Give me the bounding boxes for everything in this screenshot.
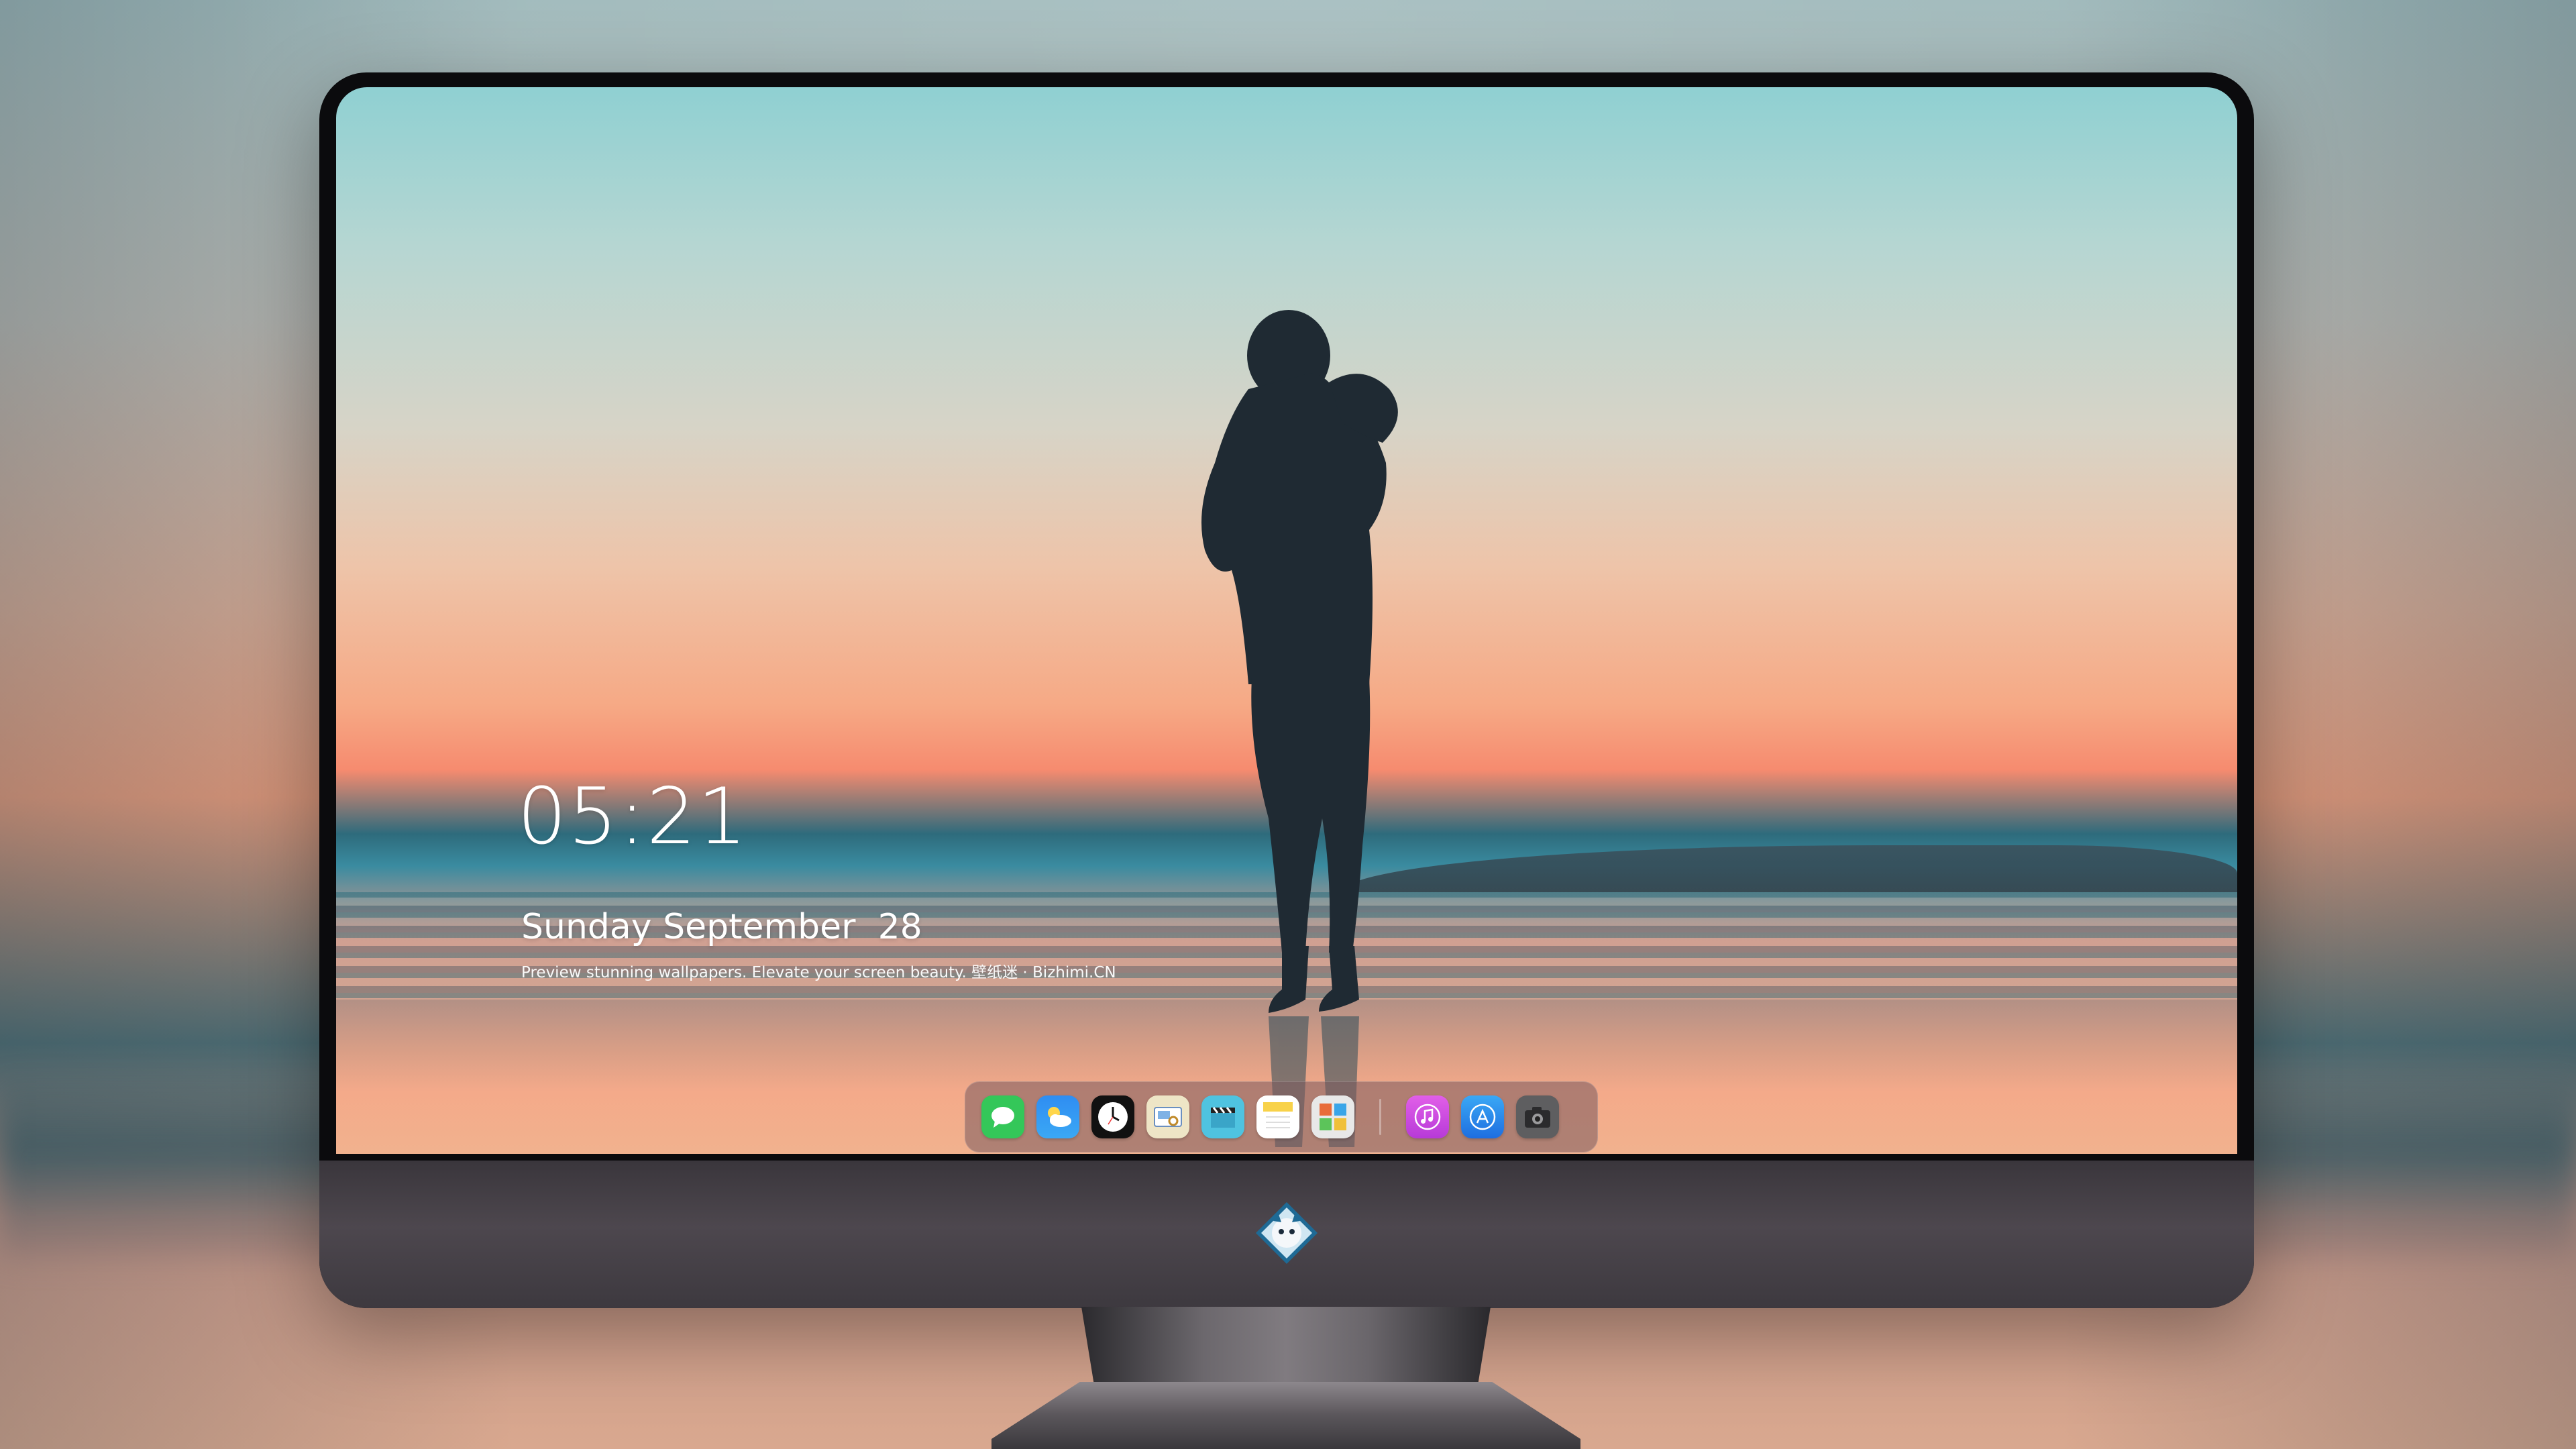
dock <box>965 1081 1598 1152</box>
preview-icon[interactable] <box>1146 1095 1189 1138</box>
camera-icon[interactable] <box>1516 1095 1559 1138</box>
brand-logo-icon <box>1256 1202 1318 1264</box>
monitor-screen: 05:21 Sunday September 28 Preview stunni… <box>336 87 2237 1154</box>
lockscreen-date: Sunday September 28 <box>521 907 922 947</box>
lockscreen-tagline: Preview stunning wallpapers. Elevate you… <box>521 964 1116 981</box>
photo-booth-icon[interactable] <box>1311 1095 1354 1138</box>
clapperboard-icon[interactable] <box>1201 1095 1244 1138</box>
weather-icon[interactable] <box>1036 1095 1079 1138</box>
monitor-stand-base <box>991 1382 1580 1449</box>
wallpaper-hills <box>1342 845 2237 892</box>
music-icon[interactable] <box>1406 1095 1449 1138</box>
messages-icon[interactable] <box>981 1095 1024 1138</box>
wallpaper-silhouette <box>1201 310 1398 1147</box>
dock-separator <box>1379 1099 1381 1135</box>
notes-icon[interactable] <box>1256 1095 1299 1138</box>
app-store-icon[interactable] <box>1461 1095 1504 1138</box>
desktop-background: 05:21 Sunday September 28 Preview stunni… <box>0 0 2576 1449</box>
lockscreen-time: 05:21 <box>517 771 749 862</box>
clock-icon[interactable] <box>1091 1095 1134 1138</box>
